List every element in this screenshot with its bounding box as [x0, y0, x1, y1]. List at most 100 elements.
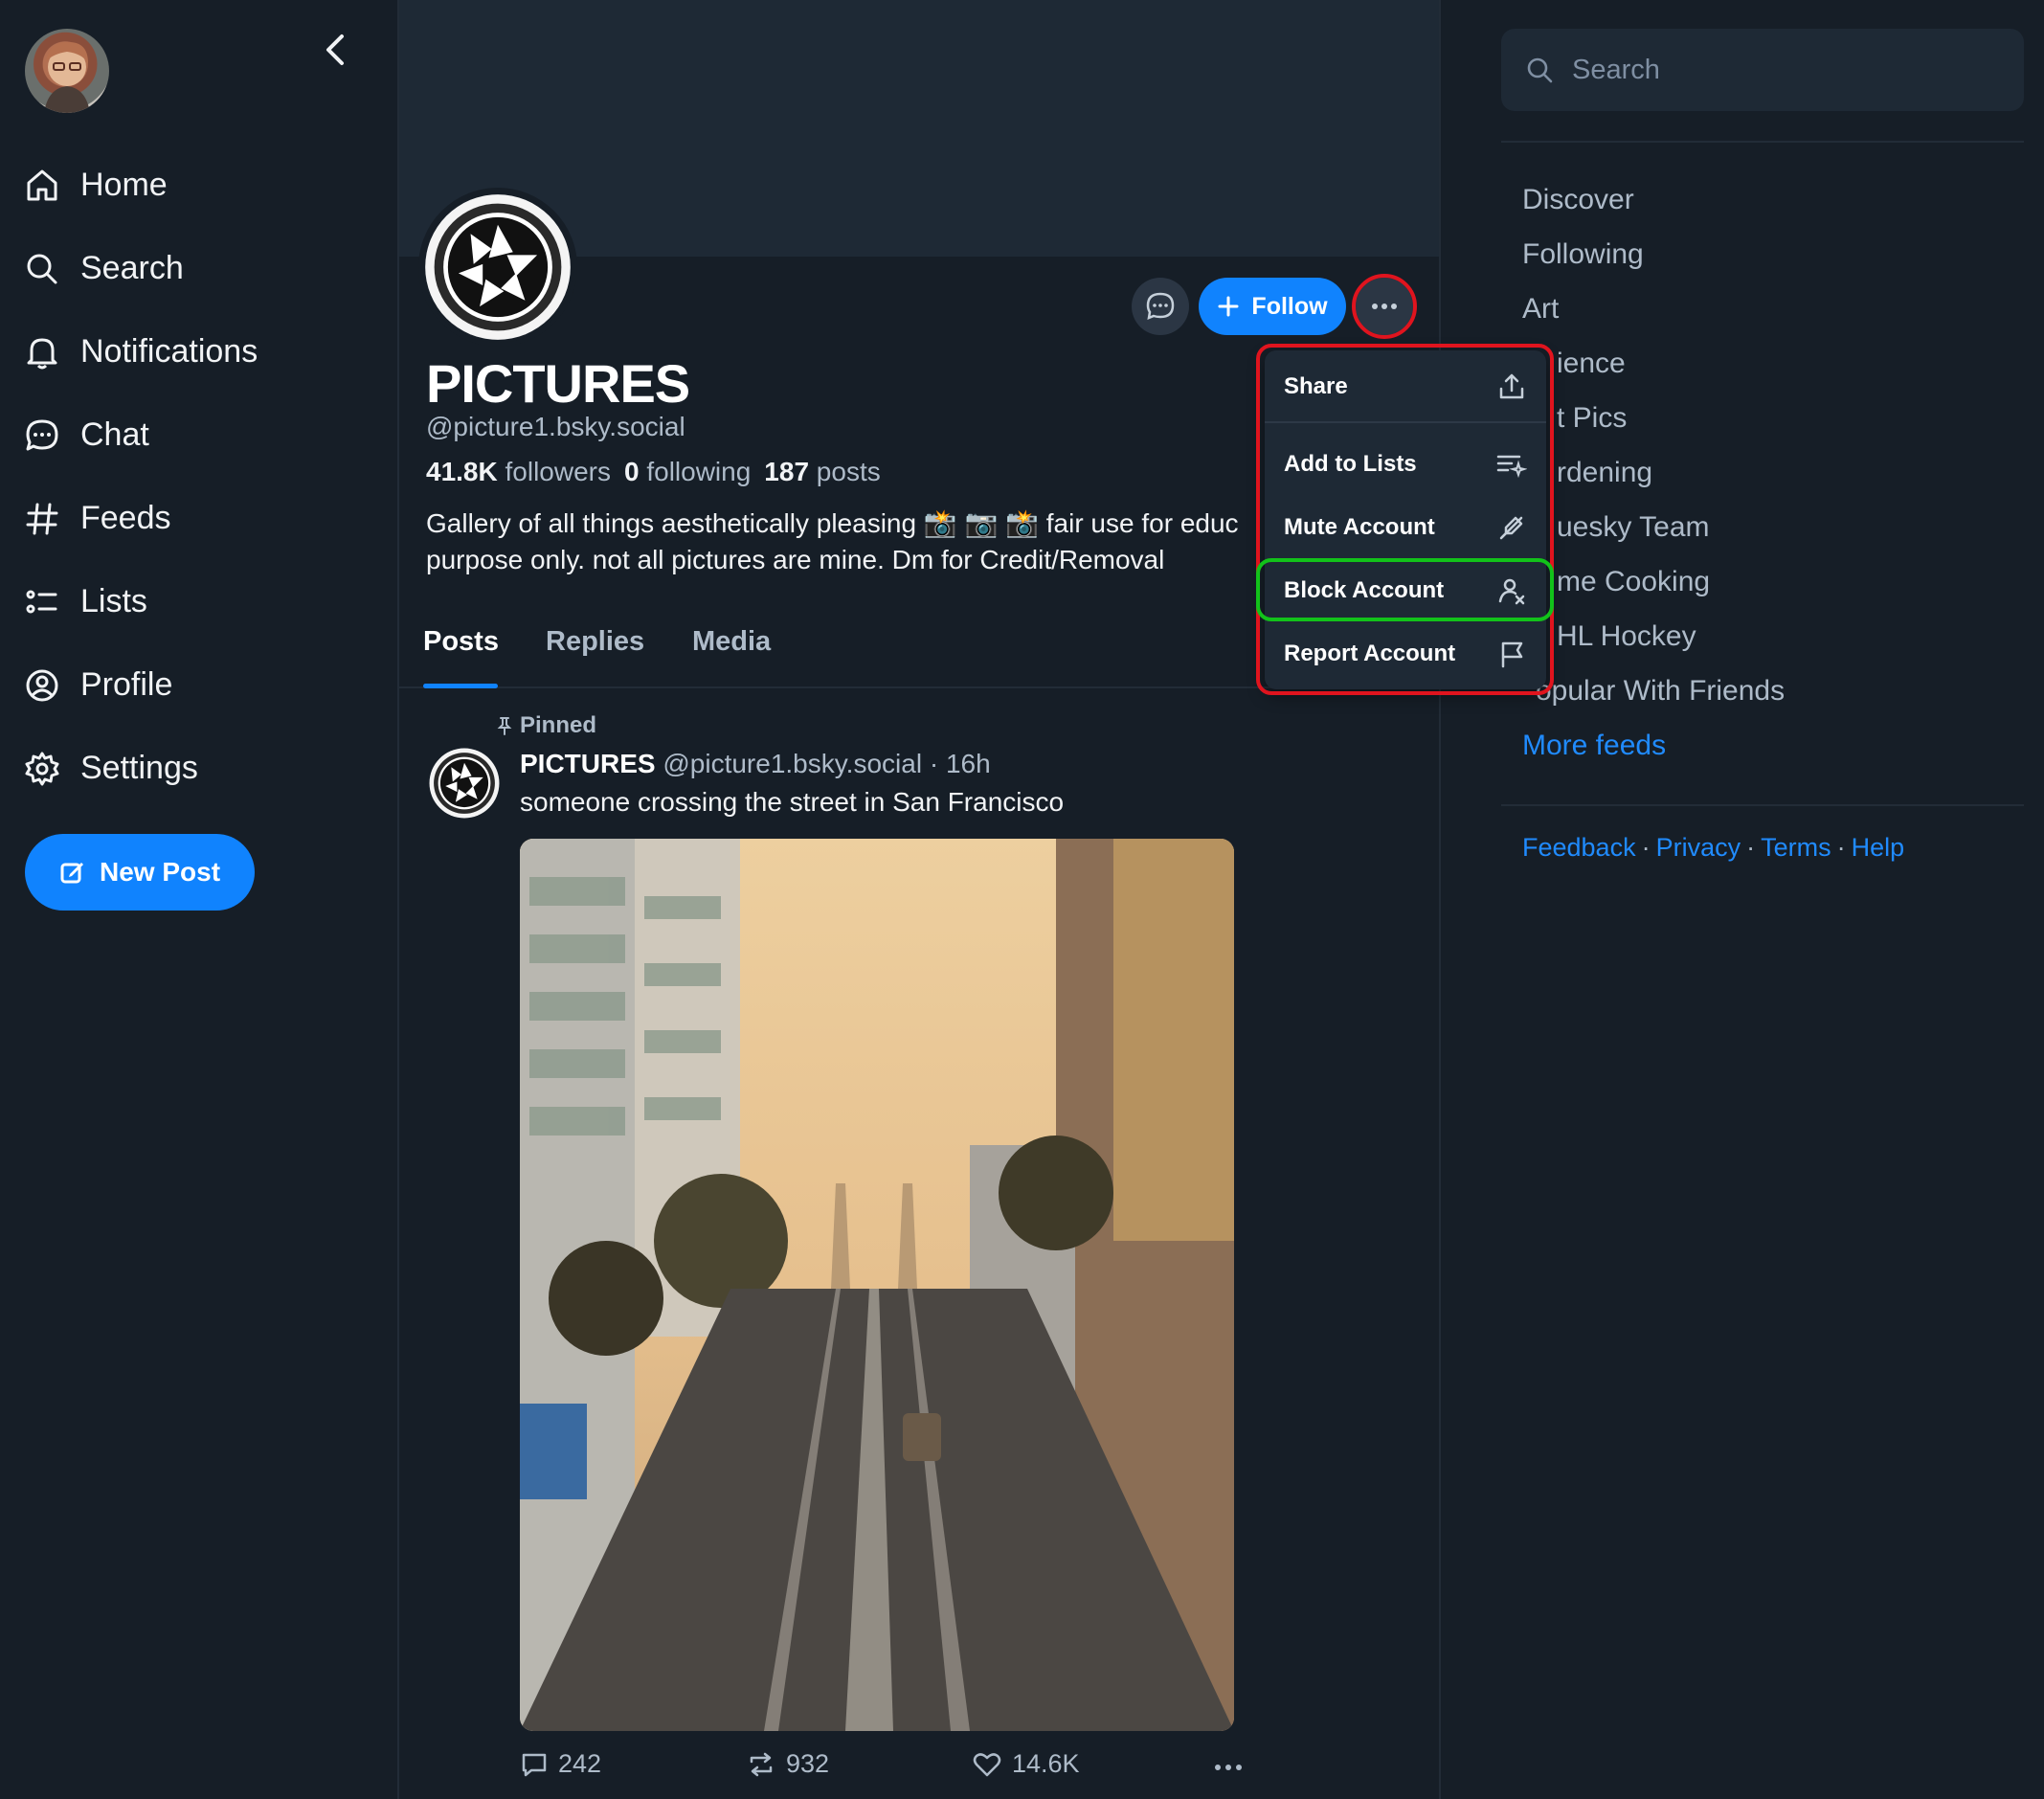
post-actions: 242 932 14.6K	[520, 1749, 1247, 1788]
profile-main: Follow PICTURES @picture1.bsky.social 41…	[399, 0, 1439, 1799]
post-image[interactable]	[520, 839, 1234, 1731]
home-icon	[27, 169, 57, 200]
nav-label: Search	[80, 250, 184, 286]
chevron-left-icon	[326, 34, 344, 65]
pinned-label: Pinned	[520, 712, 597, 738]
nav-item-profile[interactable]: Profile	[23, 643, 258, 727]
divider	[1439, 0, 1441, 1799]
privacy-link[interactable]: Privacy	[1656, 833, 1741, 862]
nav-label: Lists	[80, 583, 147, 619]
highlight-box-menu	[1256, 344, 1554, 695]
collapse-sidebar-button[interactable]	[316, 31, 354, 69]
nav-item-lists[interactable]: Lists	[23, 560, 258, 643]
like-count: 14.6K	[1012, 1749, 1080, 1778]
feed-link[interactable]: t Pics	[1522, 396, 1785, 451]
chat-icon	[1146, 292, 1175, 320]
follow-button[interactable]: Follow	[1199, 278, 1346, 335]
search-icon	[27, 254, 57, 283]
profile-handle: @picture1.bsky.social	[426, 412, 685, 441]
nav-item-chat[interactable]: Chat	[23, 394, 258, 477]
feed-link[interactable]: rdening	[1522, 451, 1785, 506]
repost-button[interactable]: 932	[746, 1749, 829, 1779]
tab-replies[interactable]: Replies	[546, 626, 644, 658]
aperture-logo-icon	[425, 194, 571, 340]
search-icon	[1527, 57, 1553, 83]
profile-bio: Gallery of all things aesthetically plea…	[426, 506, 1288, 578]
feed-link[interactable]: uesky Team	[1522, 506, 1785, 560]
message-button[interactable]	[1132, 278, 1189, 335]
post-more-button[interactable]	[1213, 1763, 1244, 1772]
footer-links: Feedback · Privacy · Terms · Help	[1522, 833, 1904, 863]
feed-link[interactable]: Following	[1522, 233, 1785, 287]
profile-display-name: PICTURES	[426, 353, 690, 414]
nav-item-settings[interactable]: Settings	[23, 727, 258, 810]
compose-icon	[60, 863, 83, 884]
feed-link[interactable]: me Cooking	[1522, 560, 1785, 615]
help-link[interactable]: Help	[1852, 833, 1905, 862]
following-label: following	[646, 457, 752, 486]
reply-count: 242	[558, 1749, 602, 1778]
nav-item-home[interactable]: Home	[23, 144, 258, 227]
nav-label: Chat	[80, 416, 149, 453]
repost-count: 932	[786, 1749, 830, 1778]
nav-item-notifications[interactable]: Notifications	[23, 310, 258, 394]
new-post-button[interactable]: New Post	[25, 834, 255, 911]
feed-link[interactable]: ience	[1522, 342, 1785, 396]
reply-button[interactable]: 242	[520, 1749, 601, 1779]
post-header: PICTURES @picture1.bsky.social · 16h	[520, 749, 991, 779]
feed-link[interactable]: Discover	[1522, 178, 1785, 233]
feed-link[interactable]: opular With Friends	[1522, 669, 1785, 724]
highlight-box-block-account	[1256, 558, 1554, 621]
terms-link[interactable]: Terms	[1761, 833, 1831, 862]
search-input[interactable]: Search	[1501, 29, 2024, 111]
gear-icon	[25, 752, 59, 785]
nav-item-search[interactable]: Search	[23, 227, 258, 310]
followers-count: 41.8K	[426, 457, 498, 486]
user-avatar[interactable]	[25, 29, 109, 113]
tab-posts[interactable]: Posts	[423, 626, 499, 658]
main-nav: Home Search Notifications Chat Feeds Lis…	[23, 144, 258, 810]
nav-label: Feeds	[80, 500, 171, 536]
heart-icon	[973, 1752, 1001, 1776]
post-author-name[interactable]: PICTURES	[520, 749, 656, 778]
search-placeholder: Search	[1572, 54, 1660, 85]
follow-label: Follow	[1251, 292, 1328, 320]
following-count: 0	[623, 457, 640, 486]
user-circle-icon	[26, 669, 58, 701]
like-button[interactable]: 14.6K	[972, 1749, 1080, 1779]
following-stat[interactable]: 0 following	[624, 457, 751, 487]
nav-label: Notifications	[80, 333, 258, 370]
profile-stats: 41.8K followers 0 following 187 posts	[426, 457, 881, 487]
pin-icon	[497, 717, 512, 735]
post-time[interactable]: 16h	[946, 749, 991, 778]
separator: ·	[1746, 833, 1756, 862]
post-author-handle[interactable]: @picture1.bsky.social	[663, 749, 922, 778]
followers-stat[interactable]: 41.8K followers	[426, 457, 611, 487]
left-sidebar: Home Search Notifications Chat Feeds Lis…	[0, 0, 397, 1799]
aperture-logo-icon	[429, 748, 500, 819]
feedback-link[interactable]: Feedback	[1522, 833, 1636, 862]
nav-label: Home	[80, 167, 168, 203]
active-tab-indicator	[423, 684, 498, 688]
chat-icon	[26, 419, 58, 450]
post-separator: ·	[929, 749, 939, 778]
posts-stat: 187 posts	[764, 457, 880, 487]
post-author-avatar[interactable]	[428, 747, 501, 820]
new-post-label: New Post	[99, 857, 221, 887]
separator: ·	[1641, 833, 1651, 862]
followers-label: followers	[505, 457, 611, 486]
more-feeds-link[interactable]: More feeds	[1522, 724, 1785, 778]
profile-avatar[interactable]	[418, 188, 577, 347]
repost-icon	[750, 1752, 773, 1776]
feed-link[interactable]: Art	[1522, 287, 1785, 342]
plus-icon	[1218, 296, 1239, 317]
post-text: someone crossing the street in San Franc…	[520, 787, 1065, 817]
list-icon	[26, 590, 57, 613]
tab-media[interactable]: Media	[692, 626, 771, 658]
feed-link[interactable]: HL Hockey	[1522, 615, 1785, 669]
bell-icon	[27, 338, 57, 369]
nav-item-feeds[interactable]: Feeds	[23, 477, 258, 560]
hash-icon	[26, 503, 58, 534]
separator: ·	[1836, 833, 1846, 862]
pinned-indicator: Pinned	[495, 712, 596, 739]
